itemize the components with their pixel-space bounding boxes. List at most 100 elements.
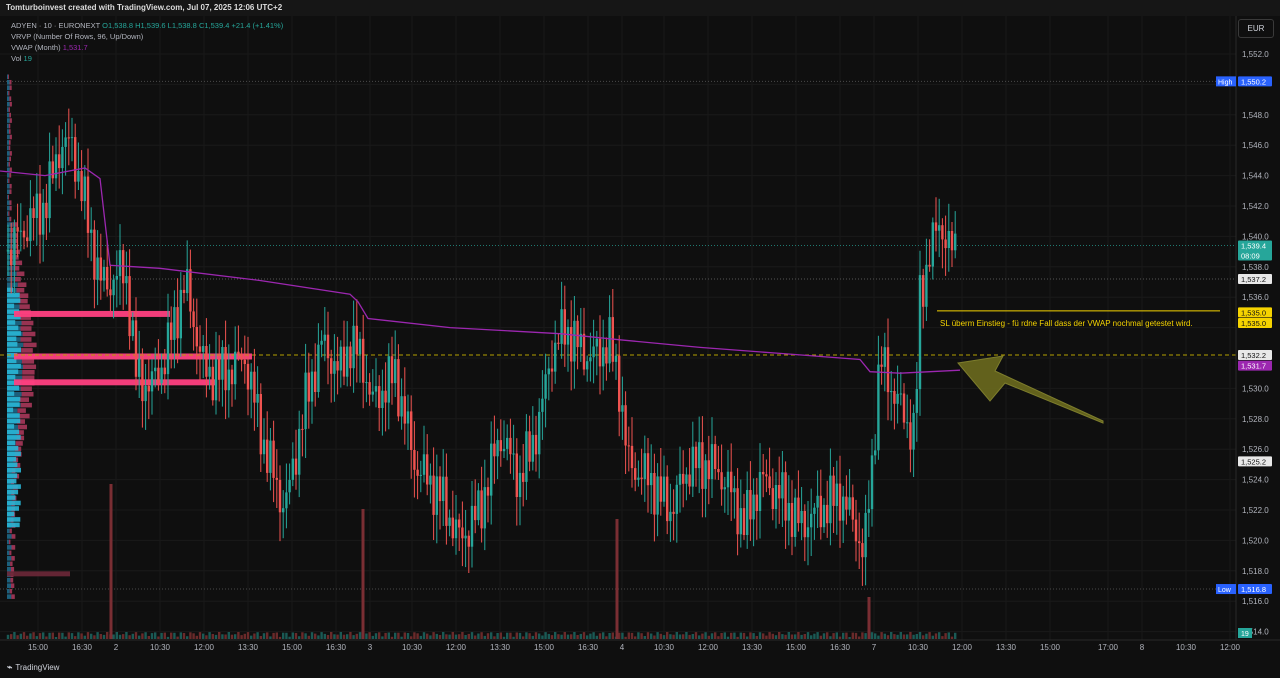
volume-profile-bar-up	[7, 183, 10, 189]
volume-bar	[131, 633, 134, 639]
volume-bar	[941, 636, 944, 639]
candle-body	[464, 535, 467, 539]
volume-bar	[330, 632, 333, 639]
candle-body	[768, 476, 771, 489]
candle-body	[269, 440, 272, 473]
price-tick-label: 1,520.0	[1242, 536, 1269, 545]
volume-profile-bar-down	[10, 566, 15, 572]
volume-profile-value-area	[7, 402, 20, 407]
volume-bar	[589, 633, 592, 639]
candle-body	[854, 519, 858, 542]
legend: ADYEN · 10 · EURONEXT O1,538.8 H1,539.6 …	[11, 20, 283, 64]
candle-body	[362, 338, 365, 383]
candle-body	[794, 497, 797, 537]
volume-bar	[38, 633, 42, 639]
volume-bar	[656, 632, 659, 639]
volume-bar	[6, 634, 10, 639]
candle-body	[250, 371, 253, 390]
volume-spike	[615, 519, 619, 639]
candle-body	[499, 440, 502, 452]
price-chart[interactable]: SL überm Einstieg - fü rdne Fall dass de…	[0, 16, 1280, 678]
volume-bar	[464, 635, 467, 639]
candle-body	[448, 517, 451, 526]
volume-bar	[282, 632, 285, 639]
volume-bar	[115, 632, 118, 639]
time-tick-label: 3	[368, 643, 373, 652]
price-tick-label: 1,524.0	[1242, 476, 1269, 485]
volume-bar	[723, 632, 726, 639]
volume-profile-value-area	[7, 391, 15, 396]
volume-profile-value-area	[7, 342, 18, 347]
candle-body	[483, 487, 486, 529]
volume-bar	[403, 632, 406, 639]
volume-bar	[26, 635, 29, 639]
volume-profile-bar-down	[8, 74, 9, 80]
volume-bar	[291, 632, 294, 639]
volume-profile-bar-up	[7, 151, 10, 156]
candle-body	[48, 161, 51, 219]
volume-bar	[890, 632, 893, 639]
volume-bar	[544, 632, 547, 639]
volume-bar	[947, 632, 950, 639]
volume-profile-bar-up	[7, 200, 10, 205]
volume-bar	[499, 632, 502, 639]
volume-profile-bar-down	[9, 216, 12, 222]
candle-body	[10, 249, 13, 266]
volume-profile-bar-down	[8, 194, 9, 200]
price-tick-label: 1,530.0	[1242, 384, 1269, 393]
volume-bar	[902, 634, 906, 639]
volume-bar	[416, 633, 419, 639]
volume-bar	[678, 634, 682, 639]
volume-bar	[925, 633, 928, 639]
time-tick-label: 10:30	[908, 643, 929, 652]
volume-bar	[461, 632, 464, 639]
candle-body	[502, 448, 506, 452]
volume-bar	[627, 632, 630, 639]
candle-body	[810, 513, 813, 528]
candle-body	[874, 450, 877, 456]
volume-bar	[742, 632, 746, 639]
candle-body	[755, 494, 758, 511]
candle-body	[944, 239, 947, 249]
candle-body	[714, 444, 717, 469]
candle-body	[848, 497, 851, 510]
candle-body	[701, 442, 704, 489]
volume-bar	[22, 632, 26, 639]
volume-profile-value-area	[7, 407, 14, 413]
legend-vol-row[interactable]: Vol 19	[11, 53, 283, 64]
price-badge-label: High	[1218, 79, 1233, 86]
currency-button[interactable]: EUR	[1238, 19, 1274, 38]
volume-profile-value-area	[7, 320, 16, 325]
volume-profile-bar-down	[11, 534, 16, 539]
candle-body	[826, 504, 829, 524]
volume-bar	[45, 636, 48, 639]
volume-profile-bar-down	[15, 441, 23, 446]
volume-bar	[813, 633, 816, 639]
volume-bar	[186, 636, 189, 639]
legend-vwap-row[interactable]: VWAP (Month) 1,531.7	[11, 42, 283, 53]
candle-body	[42, 202, 45, 235]
volume-bar	[246, 632, 250, 639]
volume-bar	[259, 636, 262, 639]
candle-body	[618, 355, 621, 412]
volume-bar	[794, 634, 797, 639]
volume-bar	[877, 635, 880, 639]
volume-bar	[202, 633, 205, 639]
volume-profile-bar-down	[9, 140, 11, 145]
volume-bar	[954, 632, 957, 639]
legend-vrvp[interactable]: VRVP (Number Of Rows, 96, Up/Down)	[11, 31, 283, 42]
volume-bar	[730, 632, 733, 639]
candle-body	[355, 325, 358, 355]
time-tick-label: 7	[872, 643, 877, 652]
candle-body	[666, 476, 669, 522]
candle-body	[176, 307, 179, 339]
chart-header: Tomturboinvest created with TradingView.…	[0, 0, 1280, 16]
candle-body	[947, 231, 950, 248]
time-tick-label: 13:30	[490, 643, 511, 652]
tradingview-logo-icon: ⌁	[7, 662, 13, 672]
volume-bar	[234, 634, 237, 639]
volume-bar	[483, 635, 486, 639]
candle-body	[902, 393, 906, 423]
candle-body	[285, 492, 288, 509]
candle-body	[304, 372, 307, 430]
